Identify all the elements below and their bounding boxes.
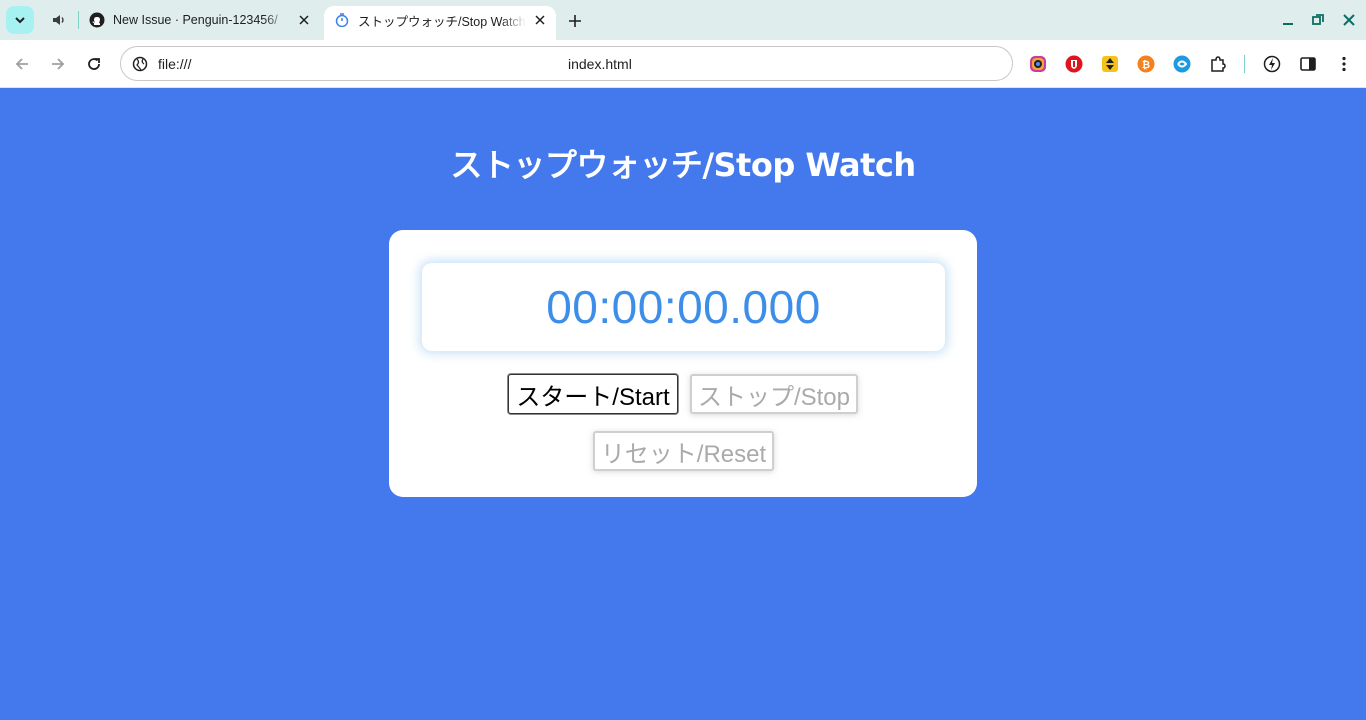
- close-icon[interactable]: [294, 10, 314, 30]
- extension-colorful-icon[interactable]: [1028, 54, 1048, 74]
- browser-toolbar: file:/// index.html ₿: [0, 40, 1366, 88]
- speaker-icon[interactable]: [52, 12, 68, 28]
- stop-button[interactable]: ストップ/Stop: [690, 374, 858, 414]
- reload-icon: [88, 58, 100, 70]
- plus-icon: [569, 15, 581, 27]
- tab-strip: New Issue · Penguin-123456/ ストップウォッチ/Sto…: [0, 0, 1366, 40]
- back-button[interactable]: [10, 52, 34, 76]
- tab-search-button[interactable]: [6, 6, 34, 34]
- extension-orange-bitcoin-icon[interactable]: ₿: [1136, 54, 1156, 74]
- arrow-right-icon: [52, 58, 65, 70]
- extension-yellow-arrows-icon[interactable]: [1100, 54, 1120, 74]
- restore-icon: [1312, 14, 1324, 25]
- close-window-button[interactable]: [1339, 10, 1359, 30]
- reset-button[interactable]: リセット/Reset: [593, 431, 774, 471]
- stopwatch-card: 00:00:00.000 スタート/Start ストップ/Stop リセット/R…: [389, 230, 977, 497]
- svg-text:₿: ₿: [1142, 59, 1150, 71]
- restore-button[interactable]: [1308, 10, 1328, 30]
- globe-icon[interactable]: [131, 55, 149, 73]
- toolbar-separator: [1244, 55, 1245, 73]
- extensions-puzzle-icon[interactable]: [1208, 54, 1228, 74]
- extension-blue-swirl-icon[interactable]: [1172, 54, 1192, 74]
- minimize-button[interactable]: [1278, 10, 1298, 30]
- time-display: 00:00:00.000: [422, 263, 945, 351]
- chevron-down-icon: [15, 17, 25, 24]
- page-content: ストップウォッチ/Stop Watch 00:00:00.000 スタート/St…: [0, 88, 1366, 720]
- extension-red-shield-icon[interactable]: [1064, 54, 1084, 74]
- close-icon: [1343, 14, 1355, 26]
- reload-button[interactable]: [82, 52, 106, 76]
- address-bar[interactable]: file:/// index.html: [120, 46, 1013, 81]
- time-value: 00:00:00.000: [546, 281, 821, 333]
- minimize-icon: [1283, 23, 1293, 25]
- start-button[interactable]: スタート/Start: [508, 374, 678, 414]
- tab-new-issue[interactable]: New Issue · Penguin-123456/: [44, 6, 320, 34]
- page-title: ストップウォッチ/Stop Watch: [450, 146, 916, 184]
- url-path: index.html: [568, 56, 632, 72]
- stopwatch-icon: [334, 12, 350, 28]
- url-scheme: file:///: [158, 56, 192, 72]
- github-icon: [89, 12, 105, 28]
- tab-stop-watch[interactable]: ストップウォッチ/Stop Watch: [324, 6, 556, 40]
- tab-title: ストップウォッチ/Stop Watch: [358, 14, 526, 29]
- tab-title: New Issue · Penguin-123456/: [113, 13, 278, 27]
- close-icon[interactable]: [530, 10, 550, 30]
- new-tab-button[interactable]: [564, 10, 586, 32]
- performance-icon[interactable]: [1262, 54, 1282, 74]
- side-panel-icon[interactable]: [1298, 54, 1318, 74]
- arrow-left-icon: [15, 58, 28, 70]
- more-menu-icon[interactable]: [1334, 54, 1354, 74]
- forward-button[interactable]: [46, 52, 70, 76]
- tab-separator: [78, 11, 79, 29]
